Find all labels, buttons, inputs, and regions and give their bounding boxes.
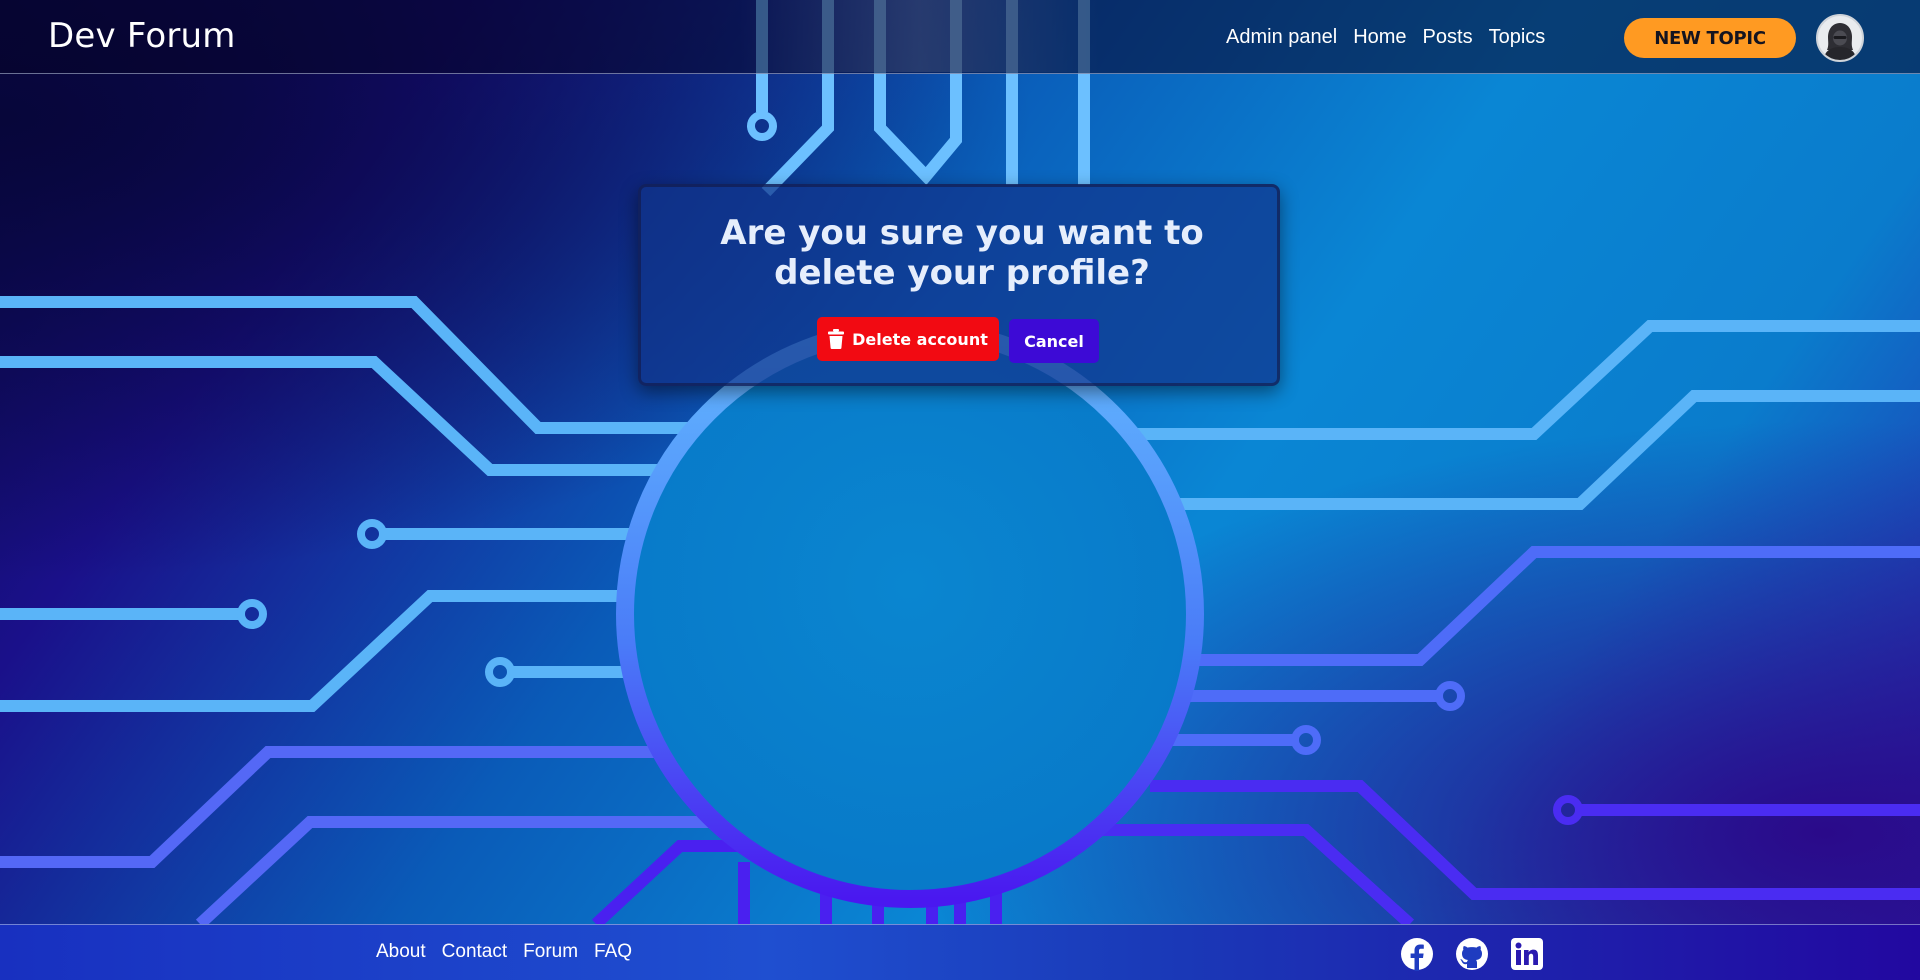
cancel-button[interactable]: Cancel	[1009, 319, 1099, 363]
site-footer: About Contact Forum FAQ	[0, 924, 1920, 980]
new-topic-button[interactable]: NEW TOPIC	[1624, 18, 1796, 58]
trash-icon	[828, 329, 845, 349]
footer-link-contact[interactable]: Contact	[442, 941, 507, 963]
nav-link-posts[interactable]: Posts	[1423, 26, 1473, 49]
nav-link-admin-panel[interactable]: Admin panel	[1226, 26, 1337, 49]
user-avatar[interactable]	[1816, 14, 1864, 62]
delete-account-button[interactable]: Delete account	[817, 317, 999, 361]
circuit-background	[0, 0, 1920, 929]
github-icon[interactable]	[1455, 937, 1489, 971]
delete-profile-dialog: Are you sure you want to delete your pro…	[638, 184, 1280, 386]
dialog-title: Are you sure you want to delete your pro…	[720, 213, 1204, 293]
facebook-icon[interactable]	[1400, 937, 1434, 971]
footer-link-faq[interactable]: FAQ	[594, 941, 632, 963]
main-nav: Admin panel Home Posts Topics	[1226, 26, 1545, 49]
linkedin-icon[interactable]	[1510, 937, 1544, 971]
footer-links: About Contact Forum FAQ	[376, 941, 632, 963]
footer-link-about[interactable]: About	[376, 941, 426, 963]
footer-link-forum[interactable]: Forum	[523, 941, 578, 963]
nav-link-topics[interactable]: Topics	[1489, 26, 1546, 49]
top-navbar: Dev Forum Admin panel Home Posts Topics …	[0, 0, 1920, 74]
nav-link-home[interactable]: Home	[1353, 26, 1406, 49]
hooded-user-avatar-icon	[1824, 23, 1856, 60]
delete-account-label: Delete account	[852, 329, 988, 349]
brand-logo-text[interactable]: Dev Forum	[48, 16, 236, 56]
